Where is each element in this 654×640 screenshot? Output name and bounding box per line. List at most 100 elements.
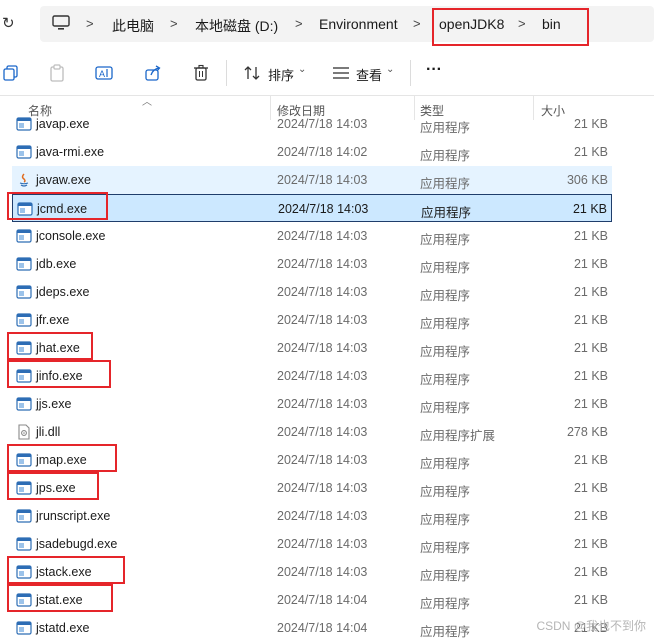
file-row[interactable]: jfr.exe 2024/7/18 14:03 应用程序 21 KB: [12, 306, 612, 334]
file-name: jrunscript.exe: [36, 509, 111, 523]
computer-icon[interactable]: [52, 15, 70, 31]
file-size: 21 KB: [573, 117, 608, 131]
file-size: 21 KB: [573, 257, 608, 271]
highlight-box: [7, 472, 99, 500]
highlight-box: [432, 8, 589, 46]
highlight-box: [7, 360, 111, 388]
file-row[interactable]: jli.dll 2024/7/18 14:03 应用程序扩展 278 KB: [12, 418, 612, 446]
sort-icon[interactable]: [241, 62, 263, 84]
exe-icon: [16, 312, 32, 328]
file-date: 2024/7/18 14:03: [277, 453, 368, 467]
share-icon[interactable]: [142, 62, 164, 84]
exe-icon: [16, 228, 32, 244]
file-row[interactable]: jdb.exe 2024/7/18 14:03 应用程序 21 KB: [12, 250, 612, 278]
breadcrumb-item-environment[interactable]: Environment: [319, 16, 398, 32]
chevron-right-icon: >: [295, 16, 303, 31]
highlight-box: [7, 556, 125, 584]
paste-icon[interactable]: [46, 62, 68, 84]
file-date: 2024/7/18 14:03: [277, 173, 368, 187]
file-date: 2024/7/18 14:03: [277, 425, 368, 439]
file-date: 2024/7/18 14:03: [277, 537, 368, 551]
file-type: 应用程序: [420, 513, 471, 527]
file-date: 2024/7/18 14:04: [277, 593, 368, 607]
file-row[interactable]: jstatd.exe 2024/7/18 14:04 应用程序 21 KB: [12, 614, 612, 640]
chevron-down-icon: ⌄: [298, 64, 307, 75]
file-size: 21 KB: [573, 285, 608, 299]
svg-text:A: A: [99, 69, 105, 79]
file-type: 应用程序: [420, 373, 471, 387]
file-date: 2024/7/18 14:03: [277, 257, 368, 271]
file-date: 2024/7/18 14:03: [277, 117, 368, 131]
exe-icon: [16, 508, 32, 524]
file-row[interactable]: java-rmi.exe 2024/7/18 14:02 应用程序 21 KB: [12, 138, 612, 166]
highlight-box: [7, 332, 93, 360]
chevron-right-icon: >: [86, 16, 94, 31]
file-size: 21 KB: [573, 145, 608, 159]
file-type: 应用程序: [420, 597, 471, 611]
delete-icon[interactable]: [190, 62, 212, 84]
file-type: 应用程序: [420, 261, 471, 275]
file-size: 21 KB: [573, 313, 608, 327]
highlight-box: [7, 584, 113, 612]
sort-ascending-icon: ︿: [142, 97, 152, 108]
file-type: 应用程序: [420, 149, 471, 163]
view-button[interactable]: 查看: [356, 65, 382, 84]
file-row[interactable]: jhat.exe 2024/7/18 14:03 应用程序 21 KB: [12, 334, 612, 362]
file-size: 21 KB: [573, 509, 608, 523]
file-row[interactable]: javap.exe 2024/7/18 14:03 应用程序 21 KB: [12, 110, 612, 138]
file-type: 应用程序: [420, 457, 471, 471]
file-size: 21 KB: [573, 341, 608, 355]
file-name: jjs.exe: [36, 397, 72, 411]
file-date: 2024/7/18 14:03: [277, 229, 368, 243]
file-row[interactable]: jsadebugd.exe 2024/7/18 14:03 应用程序 21 KB: [12, 530, 612, 558]
file-size: 21 KB: [573, 565, 608, 579]
copy-icon[interactable]: [0, 62, 22, 84]
exe-icon: [16, 256, 32, 272]
file-date: 2024/7/18 14:03: [277, 313, 368, 327]
file-row[interactable]: jrunscript.exe 2024/7/18 14:03 应用程序 21 KB: [12, 502, 612, 530]
highlight-box: [7, 444, 117, 472]
rename-icon[interactable]: A: [93, 62, 115, 84]
file-size: 21 KB: [573, 537, 608, 551]
file-type: 应用程序: [421, 206, 472, 220]
file-size: 21 KB: [573, 481, 608, 495]
java-icon: [16, 172, 32, 188]
file-row[interactable]: jjs.exe 2024/7/18 14:03 应用程序 21 KB: [12, 390, 612, 418]
file-date: 2024/7/18 14:03: [277, 565, 368, 579]
file-size: 21 KB: [573, 593, 608, 607]
file-type: 应用程序: [420, 401, 471, 415]
file-type: 应用程序: [420, 289, 471, 303]
file-type: 应用程序: [420, 233, 471, 247]
file-date: 2024/7/18 14:03: [278, 202, 369, 216]
file-size: 306 KB: [566, 173, 608, 187]
file-size: 21 KB: [573, 369, 608, 383]
highlight-box: [7, 192, 108, 220]
exe-icon: [16, 396, 32, 412]
refresh-icon[interactable]: ↻: [2, 14, 18, 34]
file-type: 应用程序: [420, 541, 471, 555]
file-name: java-rmi.exe: [36, 145, 105, 159]
breadcrumb-item-drive-d[interactable]: 本地磁盘 (D:): [195, 16, 278, 36]
file-date: 2024/7/18 14:03: [277, 369, 368, 383]
file-type: 应用程序: [420, 177, 471, 191]
file-date: 2024/7/18 14:03: [277, 285, 368, 299]
file-row[interactable]: jconsole.exe 2024/7/18 14:03 应用程序 21 KB: [12, 222, 612, 250]
file-size: 21 KB: [573, 453, 608, 467]
view-icon[interactable]: [330, 62, 352, 84]
breadcrumb-item-this-pc[interactable]: 此电脑: [112, 16, 154, 36]
file-size: 21 KB: [573, 229, 608, 243]
file-name: javaw.exe: [36, 173, 91, 187]
file-size: 21 KB: [572, 202, 607, 216]
file-row[interactable]: jdeps.exe 2024/7/18 14:03 应用程序 21 KB: [12, 278, 612, 306]
file-row[interactable]: javaw.exe 2024/7/18 14:03 应用程序 306 KB: [12, 166, 612, 194]
sort-button[interactable]: 排序: [268, 65, 294, 84]
watermark: CSDN @我也不到你: [536, 619, 646, 633]
address-bar: ↻ > 此电脑 > 本地磁盘 (D:) > Environment > open…: [0, 0, 654, 48]
chevron-right-icon: >: [170, 16, 178, 31]
file-name: jconsole.exe: [36, 229, 106, 243]
more-options-button[interactable]: ···: [426, 61, 442, 79]
file-name: jfr.exe: [36, 313, 70, 327]
file-type: 应用程序: [420, 317, 471, 331]
file-row[interactable]: jps.exe 2024/7/18 14:03 应用程序 21 KB: [12, 474, 612, 502]
file-type: 应用程序: [420, 121, 471, 135]
